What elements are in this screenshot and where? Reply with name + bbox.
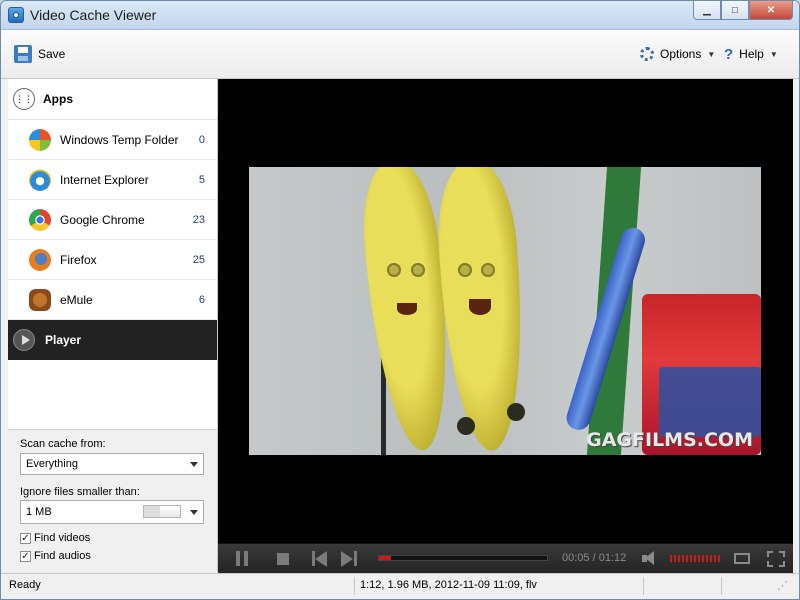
sidebar-item-label: Google Chrome [60,212,145,227]
app-window: Video Cache Viewer ▁ □ ✕ Save Options ▼ … [0,0,800,600]
find-videos-label: Find videos [34,532,91,544]
title-bar: Video Cache Viewer ▁ □ ✕ [1,1,799,30]
app-eye-icon [8,7,24,23]
file-details: 1:12, 1.96 MB, 2012-11-09 11:09, flv [360,579,537,591]
status-bar: Ready 1:12, 1.96 MB, 2012-11-09 11:09, f… [1,573,799,599]
window-controls: ▁ □ ✕ [693,1,793,21]
chrome-icon [29,208,51,231]
playback-time: 00:05 / 01:12 [562,552,627,564]
checkbox-checked-icon: ✓ [20,550,31,562]
internet-explorer-icon [29,168,51,191]
play-icon [13,329,35,351]
status-divider [721,577,722,595]
sidebar-item-label: Firefox [60,252,97,267]
banana-mouth [397,303,417,315]
size-slider[interactable] [143,505,181,518]
sidebar-item-label: Internet Explorer [60,172,149,187]
seek-bar[interactable] [378,555,548,561]
ignore-size-label: Ignore files smaller than: [20,486,140,498]
fullscreen-icon[interactable] [767,551,785,567]
banana-eye [458,263,472,277]
banana-eye [387,263,401,277]
sidebar-item-firefox[interactable]: Firefox 25 [8,240,217,280]
save-button[interactable]: Save [14,44,65,64]
ignore-size-select[interactable]: 1 MB [20,500,204,524]
help-label: Help [739,47,764,61]
apps-label: Apps [43,92,73,106]
scan-cache-select[interactable]: Everything [20,453,204,475]
maximize-button[interactable]: □ [721,1,749,20]
windows-icon [29,128,51,151]
scan-settings-panel: Scan cache from: Everything Ignore files… [8,429,217,573]
chevron-down-icon: ▼ [707,49,716,59]
close-button[interactable]: ✕ [749,1,793,20]
options-label: Options [660,47,702,61]
save-label: Save [38,47,66,61]
banana-tip [507,403,525,421]
bucket-label [659,367,761,437]
resize-grip-icon[interactable]: ⋰ [777,579,788,592]
video-player-area[interactable]: GAGFILMS.COM [218,79,793,543]
volume-slider[interactable] [670,555,722,562]
video-frame[interactable]: GAGFILMS.COM [249,167,761,455]
checkbox-checked-icon: ✓ [20,532,31,544]
find-videos-checkbox[interactable]: ✓ Find videos [20,532,90,544]
sidebar-item-windows-temp[interactable]: Windows Temp Folder 0 [8,120,217,160]
save-icon [14,45,32,63]
pause-icon[interactable] [236,551,248,567]
player-controls: 00:05 / 01:12 [218,543,793,574]
scan-cache-label: Scan cache from: [20,438,106,450]
find-audios-checkbox[interactable]: ✓ Find audios [20,550,91,562]
ignore-size-value: 1 MB [26,506,52,518]
emule-icon [29,288,51,311]
find-audios-label: Find audios [34,550,91,562]
status-divider [354,577,355,595]
minimize-button[interactable]: ▁ [693,1,721,20]
video-watermark: GAGFILMS.COM [586,429,753,451]
status-text: Ready [9,579,41,591]
sidebar-item-label: Windows Temp Folder [60,132,179,147]
banana-mouth [469,299,491,315]
sidebar: ⋮⋮ Apps Windows Temp Folder 0 Internet E… [8,79,218,573]
sidebar-item-count: 0 [198,133,205,146]
help-icon: ? [724,45,734,63]
sidebar-item-label: eMule [60,292,93,307]
firefox-icon [29,248,51,271]
window-title: Video Cache Viewer [30,7,157,23]
chevron-down-icon: ▼ [769,49,778,59]
sidebar-item-internet-explorer[interactable]: Internet Explorer 5 [8,160,217,200]
banana-eye [481,263,495,277]
sidebar-item-count: 23 [192,213,205,226]
toolbar: Save Options ▼ ? Help ▼ [1,30,799,79]
sidebar-item-google-chrome[interactable]: Google Chrome 23 [8,200,217,240]
sidebar-item-player[interactable]: Player [8,320,217,360]
status-divider [643,577,644,595]
previous-icon[interactable] [312,551,328,567]
chevron-down-icon [190,462,198,467]
seek-progress [379,556,391,560]
banana-tip [457,417,475,435]
options-menu-button[interactable]: Options ▼ [640,44,715,64]
banana-eye [411,263,425,277]
player-label: Player [45,333,82,347]
apps-header[interactable]: ⋮⋮ Apps [8,79,217,120]
gear-icon [640,47,654,61]
window-mode-icon[interactable] [734,553,750,564]
apps-grid-icon: ⋮⋮ [13,88,35,110]
sidebar-item-count: 25 [192,253,205,266]
volume-icon[interactable] [642,551,662,567]
scan-cache-value: Everything [26,458,78,470]
help-menu-button[interactable]: ? Help ▼ [724,44,778,64]
chevron-down-icon [190,510,198,515]
stop-icon[interactable] [277,553,289,565]
next-icon[interactable] [341,551,357,567]
sidebar-item-count: 5 [198,173,205,186]
sidebar-item-count: 6 [198,293,205,306]
sidebar-item-emule[interactable]: eMule 6 [8,280,217,320]
